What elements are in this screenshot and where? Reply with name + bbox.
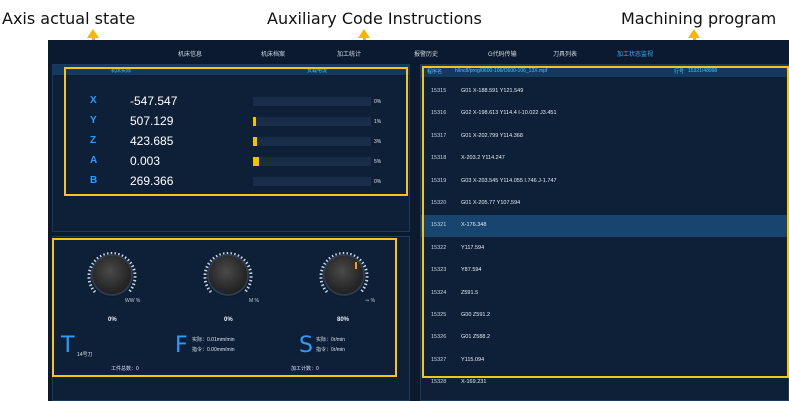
callout-box-aux: [52, 238, 397, 377]
program-line-row[interactable]: 15329G02 X-170.6 Y122. I16.731 J6.906: [421, 395, 788, 401]
annotation-aux-code: Auxiliary Code Instructions: [267, 9, 482, 28]
annotation-program: Machining program: [621, 9, 777, 28]
callout-box-program: [422, 66, 789, 378]
annotation-axis-state: Axis actual state: [2, 9, 136, 28]
menu-machine-archive[interactable]: 机床档案: [261, 49, 285, 58]
menu-machining-monitor[interactable]: 加工状态监视: [617, 49, 653, 58]
program-line-code: X-169.231: [461, 379, 487, 386]
menu-machine-info[interactable]: 机床信息: [178, 49, 202, 58]
program-line-number: 15328: [431, 379, 447, 386]
screenshot-stage: Axis actual state Auxiliary Code Instruc…: [0, 0, 789, 401]
menu-machining-stats[interactable]: 加工统计: [337, 49, 361, 58]
menu-gcode-transfer[interactable]: G代码传输: [488, 49, 517, 58]
menu-tool-list[interactable]: 刀具列表: [553, 49, 577, 58]
callout-box-axis: [64, 67, 408, 196]
menu-alarm-history[interactable]: 报警历史: [414, 49, 438, 58]
